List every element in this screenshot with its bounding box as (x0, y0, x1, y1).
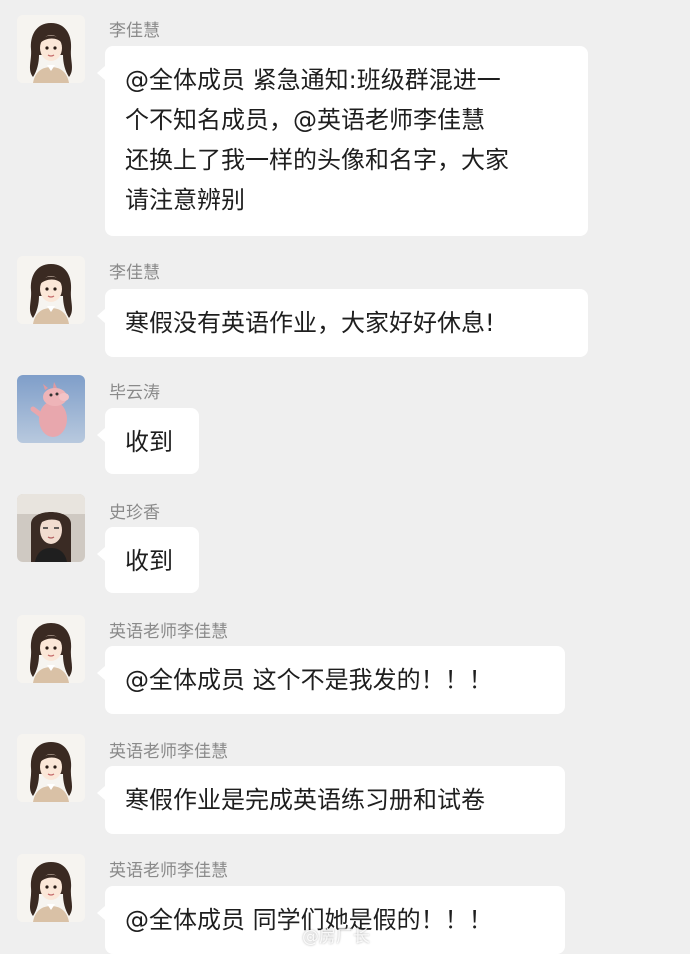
sender-name: 李佳慧 (109, 263, 160, 283)
sender-name: 英语老师李佳慧 (109, 622, 228, 642)
chat-message-list[interactable]: 李佳慧 @全体成员 紧急通知:班级群混进一 个不知名成员，@英语老师李佳慧 还换… (0, 0, 690, 954)
sender-name: 史珍香 (109, 503, 160, 523)
message-bubble[interactable]: @全体成员 紧急通知:班级群混进一 个不知名成员，@英语老师李佳慧 还换上了我一… (97, 46, 588, 236)
girl-photo-avatar-icon[interactable] (17, 494, 85, 562)
teacher-avatar-icon[interactable] (17, 615, 85, 683)
sender-name: 英语老师李佳慧 (109, 742, 228, 762)
message-bubble[interactable]: 收到 (97, 408, 199, 474)
pink-toy-avatar-icon[interactable] (17, 375, 85, 443)
watermark: @房厂长 (302, 927, 370, 947)
teacher-avatar-icon[interactable] (17, 256, 85, 324)
message-bubble[interactable]: 寒假作业是完成英语练习册和试卷 (97, 766, 565, 834)
teacher-avatar-icon[interactable] (17, 15, 85, 83)
teacher-avatar-icon[interactable] (17, 854, 85, 922)
sender-name: 李佳慧 (109, 21, 160, 41)
teacher-avatar-icon[interactable] (17, 734, 85, 802)
sender-name: 英语老师李佳慧 (109, 861, 228, 881)
sender-name: 毕云涛 (109, 383, 160, 403)
message-bubble[interactable]: 收到 (97, 527, 199, 593)
message-bubble[interactable]: 寒假没有英语作业，大家好好休息! (97, 289, 588, 357)
message-bubble[interactable]: @全体成员 这个不是我发的！！！ (97, 646, 565, 714)
